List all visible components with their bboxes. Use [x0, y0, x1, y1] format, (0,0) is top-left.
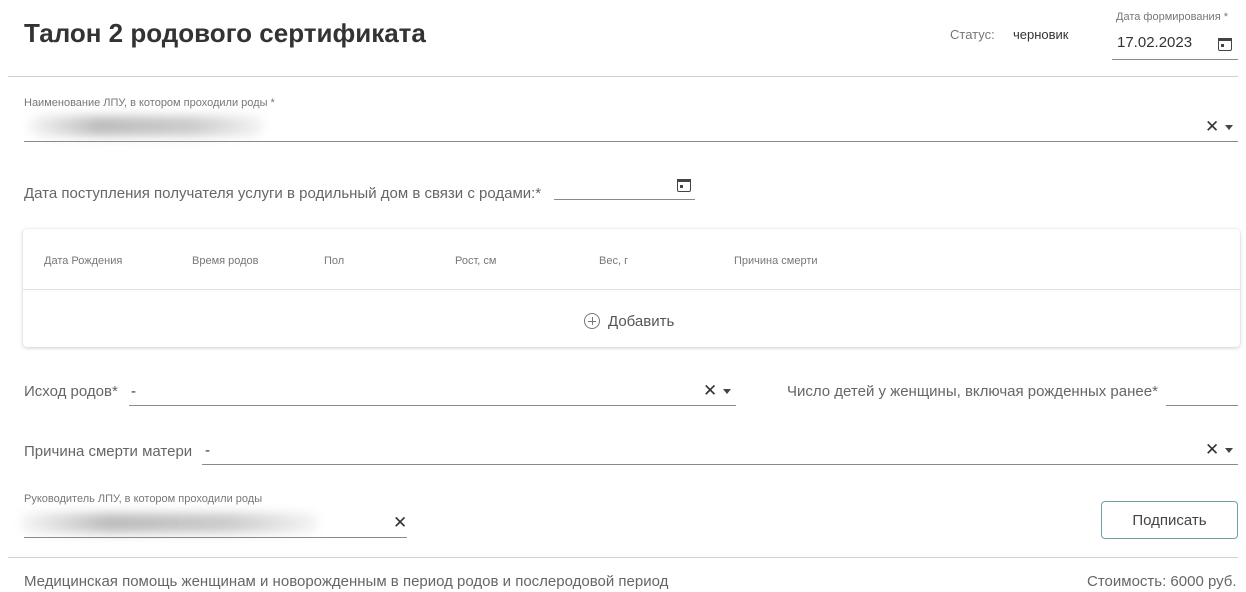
- column-header: Причина смерти: [734, 255, 818, 267]
- service-cost: Стоимость: 6000 руб.: [1087, 573, 1237, 590]
- birth-outcome-value: -: [131, 383, 136, 400]
- head-select[interactable]: ✕: [20, 510, 407, 538]
- birth-outcome-select[interactable]: - ✕: [129, 378, 736, 406]
- birth-outcome-label: Исход родов*: [24, 383, 118, 400]
- children-count-input[interactable]: [1166, 378, 1238, 406]
- chevron-down-icon[interactable]: [1225, 448, 1233, 453]
- table-divider: [23, 289, 1240, 290]
- formation-date-label: Дата формирования *: [1116, 11, 1228, 23]
- chevron-down-icon[interactable]: [1225, 125, 1233, 130]
- footer-divider: [8, 557, 1238, 558]
- header-divider: [8, 76, 1238, 77]
- birth-outcome-underline: [129, 405, 736, 406]
- mother-death-value: -: [205, 442, 210, 459]
- close-icon[interactable]: ✕: [393, 514, 407, 531]
- lpu-select[interactable]: ✕: [24, 114, 1238, 142]
- close-icon[interactable]: ✕: [703, 382, 717, 399]
- formation-date-value[interactable]: 17.02.2023: [1117, 34, 1192, 51]
- lpu-value-redacted: [28, 116, 264, 136]
- newborn-table: Дата Рождения Время родов Пол Рост, см В…: [23, 229, 1240, 347]
- calendar-icon[interactable]: [1218, 38, 1232, 51]
- column-header: Вес, г: [599, 255, 629, 267]
- close-icon[interactable]: ✕: [1205, 441, 1219, 458]
- sign-button[interactable]: Подписать: [1101, 501, 1238, 539]
- status-label: Статус:: [950, 27, 995, 42]
- mother-death-select[interactable]: - ✕: [202, 437, 1238, 465]
- head-label: Руководитель ЛПУ, в котором проходили ро…: [24, 493, 263, 505]
- column-header: Время родов: [192, 255, 259, 267]
- lpu-underline: [24, 141, 1238, 142]
- head-value-redacted: [20, 513, 318, 533]
- admission-date-underline: [554, 199, 695, 200]
- page-title: Талон 2 родового сертификата: [24, 18, 426, 48]
- close-icon[interactable]: ✕: [1205, 118, 1219, 135]
- status-value: черновик: [1013, 27, 1069, 42]
- formation-date-field[interactable]: 17.02.2023: [1112, 26, 1238, 60]
- mother-death-label: Причина смерти матери: [24, 443, 193, 460]
- service-description: Медицинская помощь женщинам и новорожден…: [24, 573, 669, 590]
- plus-circle-icon: [584, 313, 600, 329]
- admission-date-input[interactable]: [554, 172, 695, 200]
- add-row-label: Добавить: [608, 312, 675, 330]
- calendar-icon[interactable]: [677, 179, 691, 192]
- column-header: Дата Рождения: [44, 255, 123, 267]
- head-underline: [24, 537, 407, 538]
- column-header: Пол: [324, 255, 345, 267]
- lpu-label: Наименование ЛПУ, в котором проходили ро…: [24, 97, 275, 109]
- mother-death-underline: [202, 464, 1238, 465]
- column-header: Рост, см: [455, 255, 497, 267]
- chevron-down-icon[interactable]: [723, 389, 731, 394]
- children-count-label: Число детей у женщины, включая рожденных…: [787, 383, 1158, 400]
- admission-date-label: Дата поступления получателя услуги в род…: [24, 185, 542, 202]
- add-row-button[interactable]: Добавить: [584, 309, 674, 333]
- children-count-underline: [1166, 405, 1238, 406]
